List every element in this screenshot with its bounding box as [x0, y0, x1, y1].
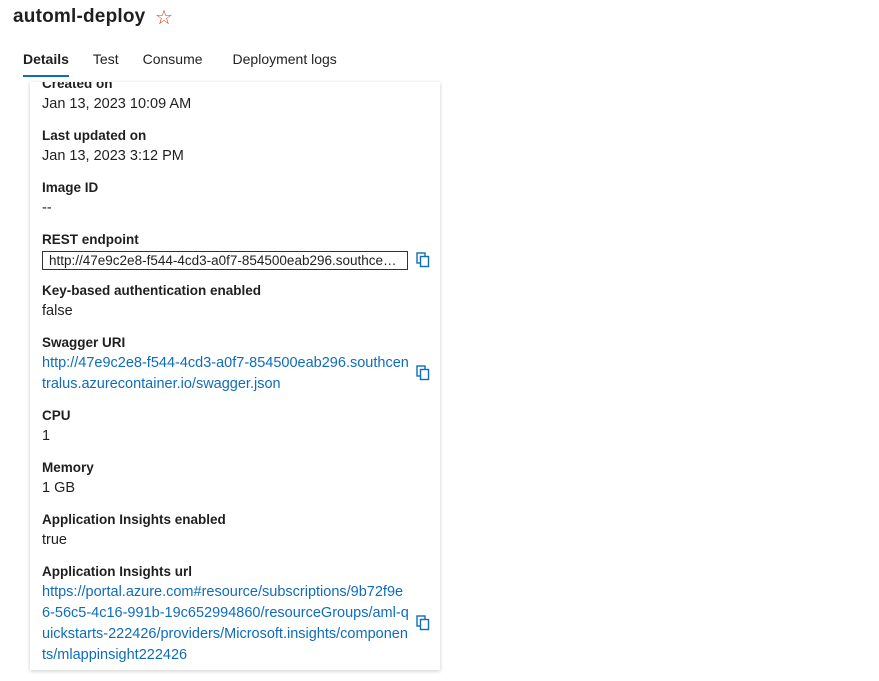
- field-label: CPU: [42, 408, 71, 423]
- field-value: false: [42, 303, 73, 319]
- field-label: Key-based authentication enabled: [42, 283, 262, 298]
- field-label: Application Insights enabled: [42, 512, 226, 527]
- field-swagger-uri: Swagger URI http://47e9c2e8-f544-4cd3-a0…: [42, 333, 430, 395]
- field-rest-endpoint: REST endpoint http://47e9c2e8-f544-4cd3-…: [42, 230, 430, 270]
- field-key-auth: Key-based authentication enabled false: [42, 281, 412, 322]
- copy-icon[interactable]: [416, 252, 430, 268]
- field-app-insights-url: Application Insights url https://portal.…: [42, 562, 430, 666]
- field-value: --: [42, 200, 52, 216]
- field-value: 1: [42, 428, 51, 444]
- tab-consume[interactable]: Consume: [143, 51, 203, 77]
- field-label: Last updated on: [42, 128, 147, 143]
- star-icon[interactable]: ☆: [155, 5, 173, 30]
- field-label: Image ID: [42, 180, 99, 195]
- field-cpu: CPU 1: [42, 406, 412, 447]
- copy-icon[interactable]: [416, 365, 430, 381]
- field-value: true: [42, 532, 67, 548]
- field-value: 1 GB: [42, 480, 76, 496]
- field-memory: Memory 1 GB: [42, 458, 412, 499]
- details-card: Created on Jan 13, 2023 10:09 AM Last up…: [30, 82, 440, 670]
- field-value: Jan 13, 2023 10:09 AM: [42, 96, 192, 112]
- copy-icon[interactable]: [416, 615, 430, 631]
- field-label: Created on: [42, 82, 113, 91]
- tab-deployment-logs[interactable]: Deployment logs: [233, 51, 337, 77]
- field-app-insights-enabled: Application Insights enabled true: [42, 510, 412, 551]
- field-label: Application Insights url: [42, 564, 193, 579]
- field-image-id: Image ID --: [42, 178, 412, 219]
- page-title: automl-deploy: [13, 6, 146, 27]
- tab-test[interactable]: Test: [93, 51, 119, 77]
- swagger-link[interactable]: http://47e9c2e8-f544-4cd3-a0f7-854500eab…: [42, 353, 410, 395]
- field-label: Memory: [42, 460, 94, 475]
- tab-details[interactable]: Details: [23, 51, 69, 77]
- field-last-updated: Last updated on Jan 13, 2023 3:12 PM: [42, 126, 412, 167]
- tab-bar: Details Test Consume Deployment logs: [23, 51, 337, 77]
- field-label: Swagger URI: [42, 335, 126, 350]
- rest-endpoint-input[interactable]: http://47e9c2e8-f544-4cd3-a0f7-854500eab…: [42, 251, 408, 270]
- app-insights-link[interactable]: https://portal.azure.com#resource/subscr…: [42, 582, 410, 666]
- field-label: REST endpoint: [42, 232, 139, 247]
- field-created-on: Created on Jan 13, 2023 10:09 AM: [42, 82, 412, 115]
- field-value: Jan 13, 2023 3:12 PM: [42, 148, 184, 164]
